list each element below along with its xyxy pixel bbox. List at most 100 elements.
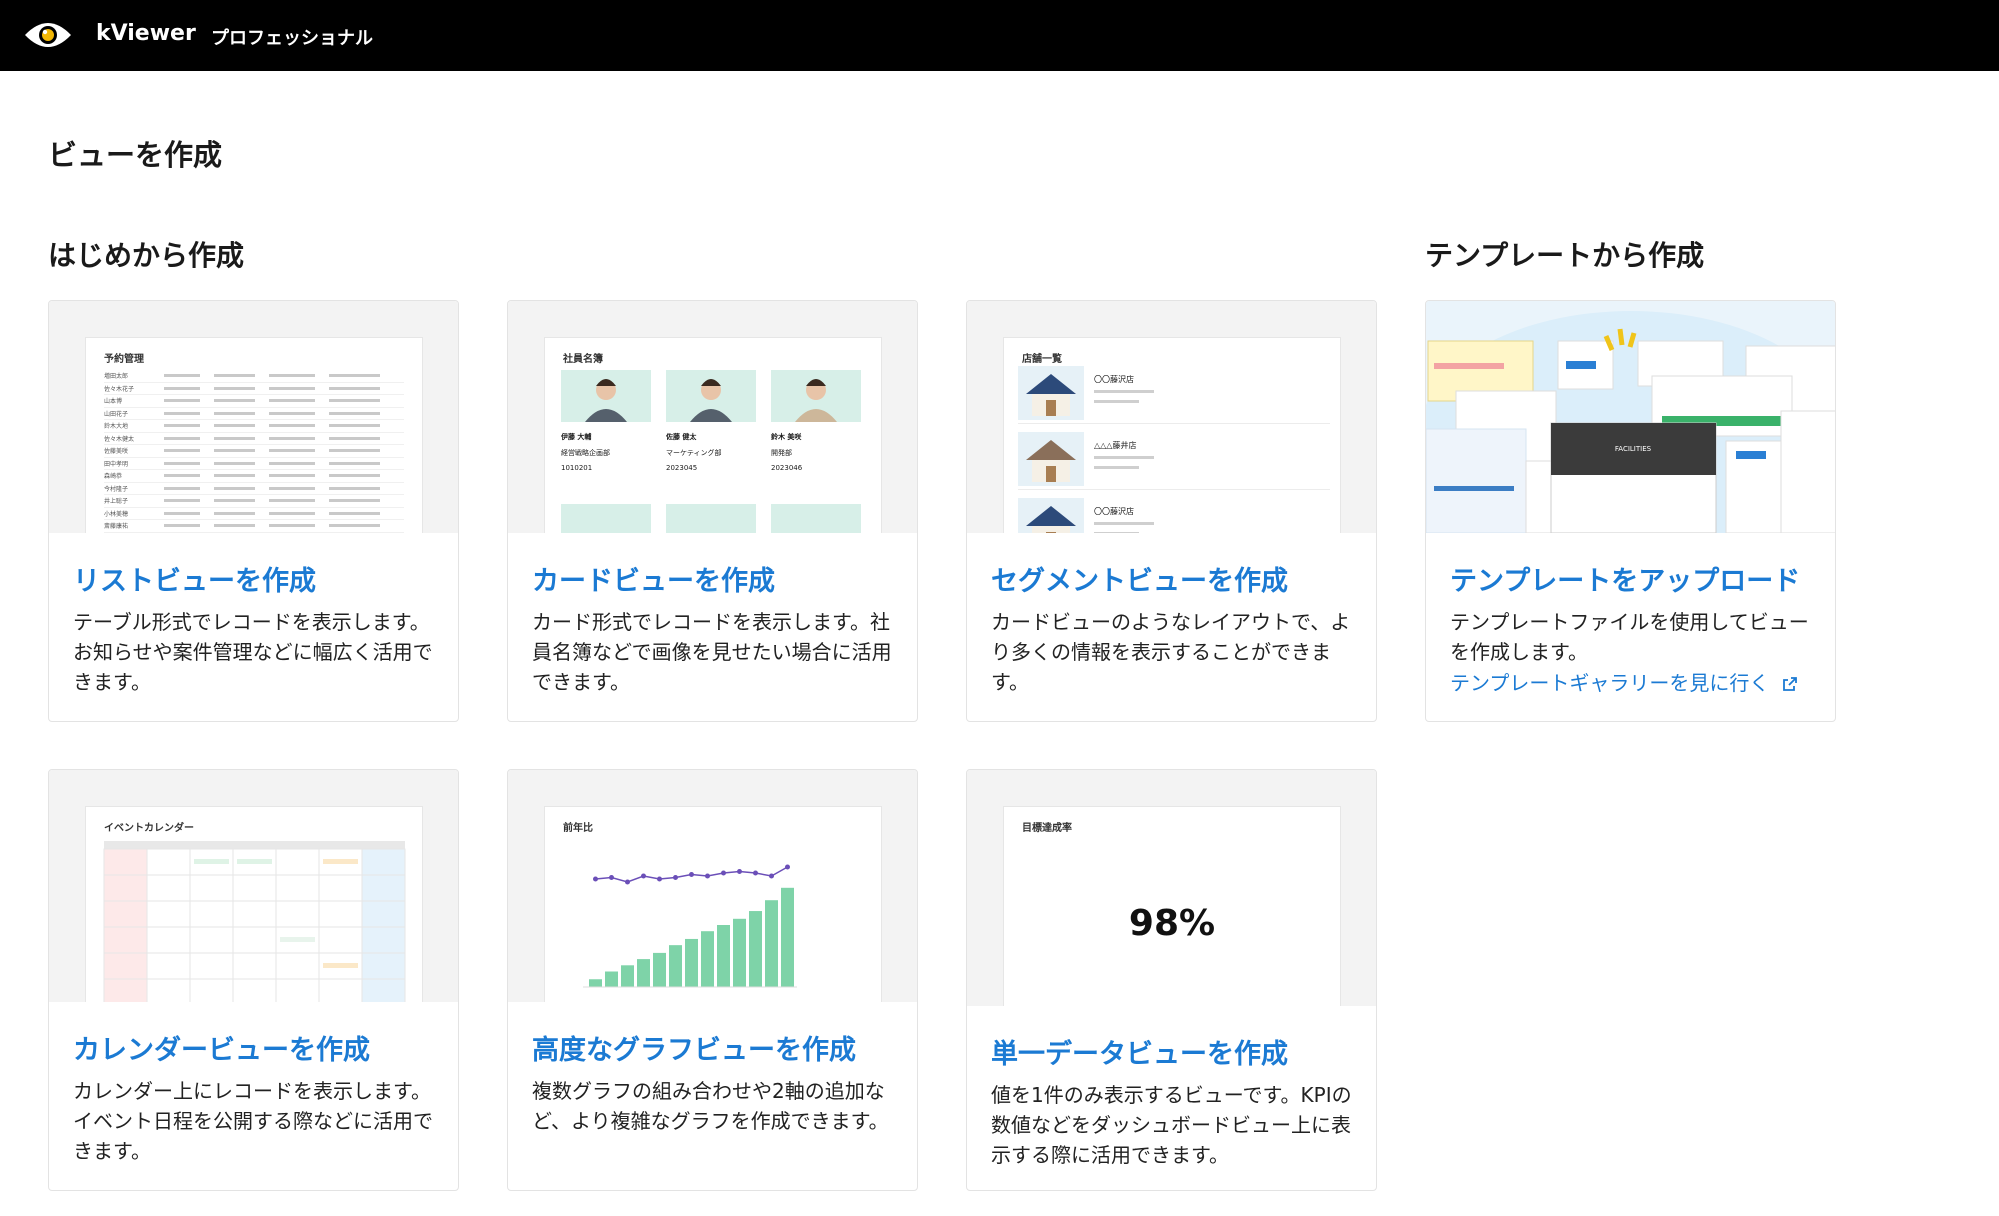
graph-view-title[interactable]: 高度なグラフビューを作成 [532,1028,856,1067]
calendar-day-cell [189,900,234,928]
upload-template-card[interactable]: FACILITIES テンプレートをアップロード テンプレートファイルを使用して… [1425,300,1836,722]
graph-bar [669,945,682,987]
calendar-view-title[interactable]: カレンダービューを作成 [73,1028,370,1067]
calendar-day-cell [361,952,406,980]
list-preview-cell [214,386,255,390]
list-preview-cell [269,474,315,478]
segment-preview-item: 〇〇藤沢店 [1018,498,1330,533]
list-view-preview: 予約管理 増田太郎 佐々木花子 山本博 山田花子 鈴木大地 佐々木健太 佐藤美咲 田中孝明 森崎… [49,301,458,533]
calendar-view-preview: イベントカレンダー [49,770,458,1002]
list-preview-name: 佐藤美咲 [104,448,129,456]
list-preview-cell [269,399,315,403]
create-graph-view-card[interactable]: 前年比 高度なグラフビューを作成 複数グラフの組み合わせや2軸の追加など、より複… [507,769,918,1191]
calendar-day-cell [275,874,320,902]
create-single-data-view-card[interactable]: 目標達成率 98% 単一データビューを作成 値を1件のみ表示するビューです。KP… [966,769,1377,1191]
calendar-day-cell [318,978,363,1002]
calendar-event [194,859,229,864]
list-preview-cell [269,461,315,465]
template-gallery-link[interactable]: テンプレートギャラリーを見に行く [1450,667,1798,696]
segment-preview-detail [1094,522,1154,525]
list-preview-cell [164,411,200,415]
calendar-day-cell [146,926,191,954]
house-icon [1018,498,1084,533]
calendar-day-cell [146,952,191,980]
list-preview-cell [164,436,200,440]
graph-point [721,870,726,876]
list-preview-cell [329,499,380,503]
graph-point [737,869,742,874]
list-preview-row: 鈴木大地 [104,420,404,433]
list-preview-name: 鈴木大地 [104,423,129,431]
upload-template-title[interactable]: テンプレートをアップロード [1450,559,1800,598]
list-preview-row: 山本博 [104,395,404,408]
list-preview-name: 佐々木健太 [104,435,135,443]
segment-preview-detail [1094,400,1139,403]
create-card-view-card[interactable]: 社員名簿 伊藤 大輔 経営戦略企画部 1010201 佐藤 健太 マーケティング部 202… [507,300,918,722]
list-preview-row: 小林美穂 [104,508,404,520]
list-preview-cell [329,424,380,428]
list-preview-cell [214,411,255,415]
calendar-view-mock: イベントカレンダー [85,806,423,1002]
card-preview-person: 鈴木 美咲 開発部 2023046 [771,370,861,472]
calendar-day-cell [232,926,277,954]
list-view-description: テーブル形式でレコードを表示します。お知らせや案件管理などに幅広く活用できます。 [73,610,433,694]
list-preview-name: 山本博 [104,398,123,406]
graph-point [785,864,790,870]
list-preview-cell [214,511,255,515]
calendar-day-cell [146,978,191,1002]
calendar-event [237,859,272,864]
calendar-day-cell [189,978,234,1002]
calendar-day-cell [103,900,148,928]
list-preview-name: 森崎恭 [104,473,123,481]
list-preview-cell [329,399,380,403]
list-preview-cell [329,486,380,490]
single-data-view-title[interactable]: 単一データビューを作成 [991,1032,1288,1071]
graph-bar [717,925,730,987]
template-collage-illustration: FACILITIES [1426,311,1835,533]
list-preview-cell [164,399,200,403]
create-list-view-card[interactable]: 予約管理 増田太郎 佐々木花子 山本博 山田花子 鈴木大地 佐々木健太 佐藤美咲 田中孝明 森崎… [48,300,459,722]
kviewer-logo-icon[interactable] [23,17,73,53]
external-link-icon [1782,677,1797,691]
segment-view-title[interactable]: セグメントビューを作成 [991,559,1288,598]
card-preview-dept: マーケティング部 [666,449,722,457]
list-preview-cell [269,424,315,428]
app-name[interactable]: kViewer [96,21,196,46]
person-avatar-icon [666,370,756,422]
graph-bar [685,938,698,987]
list-preview-name: 佐々木花子 [104,385,135,393]
template-gallery-link-label[interactable]: テンプレートギャラリーを見に行く [1450,671,1769,695]
list-preview-cell [164,474,200,478]
list-preview-cell [269,374,315,378]
calendar-day-cell [146,848,191,876]
list-view-title[interactable]: リストビューを作成 [73,559,316,598]
segment-preview-item: △△△藤井店 [1018,432,1330,490]
calendar-day-cell [189,952,234,980]
card-preview-name: 伊藤 大輔 [561,433,592,441]
list-preview-cell [164,486,200,490]
page-title: ビューを作成 [48,138,223,172]
create-calendar-view-card[interactable]: イベントカレンダー カレンダービューを作成 カレンダー上にレコードを表示します。… [48,769,459,1191]
list-preview-cell [164,511,200,515]
segment-preview-name: 〇〇藤沢店 [1094,375,1134,384]
calendar-day-cell [146,900,191,928]
card-view-title[interactable]: カードビューを作成 [532,559,775,598]
create-segment-view-card[interactable]: 店舗一覧 〇〇藤沢店 △△△藤井店 〇〇藤沢店 セグメントビューを作成 カードビュー… [966,300,1377,722]
calendar-day-cell [361,900,406,928]
section-title-template: テンプレートから作成 [1425,239,1705,272]
person-avatar-icon [561,370,651,422]
list-preview-cell [164,424,200,428]
calendar-day-cell [232,978,277,1002]
graph-bar [749,911,762,987]
list-preview-cell [214,524,255,528]
list-preview-cell [329,374,380,378]
list-preview-cell [164,374,200,378]
calendar-day-cell [275,848,320,876]
single-data-view-preview: 目標達成率 98% [967,770,1376,1006]
house-icon [1018,366,1084,420]
list-preview-cell [214,474,255,478]
list-preview-name: 今村隆子 [104,485,129,493]
list-preview-cell [214,449,255,453]
list-preview-cell [329,386,380,390]
list-preview-cell [269,511,315,515]
